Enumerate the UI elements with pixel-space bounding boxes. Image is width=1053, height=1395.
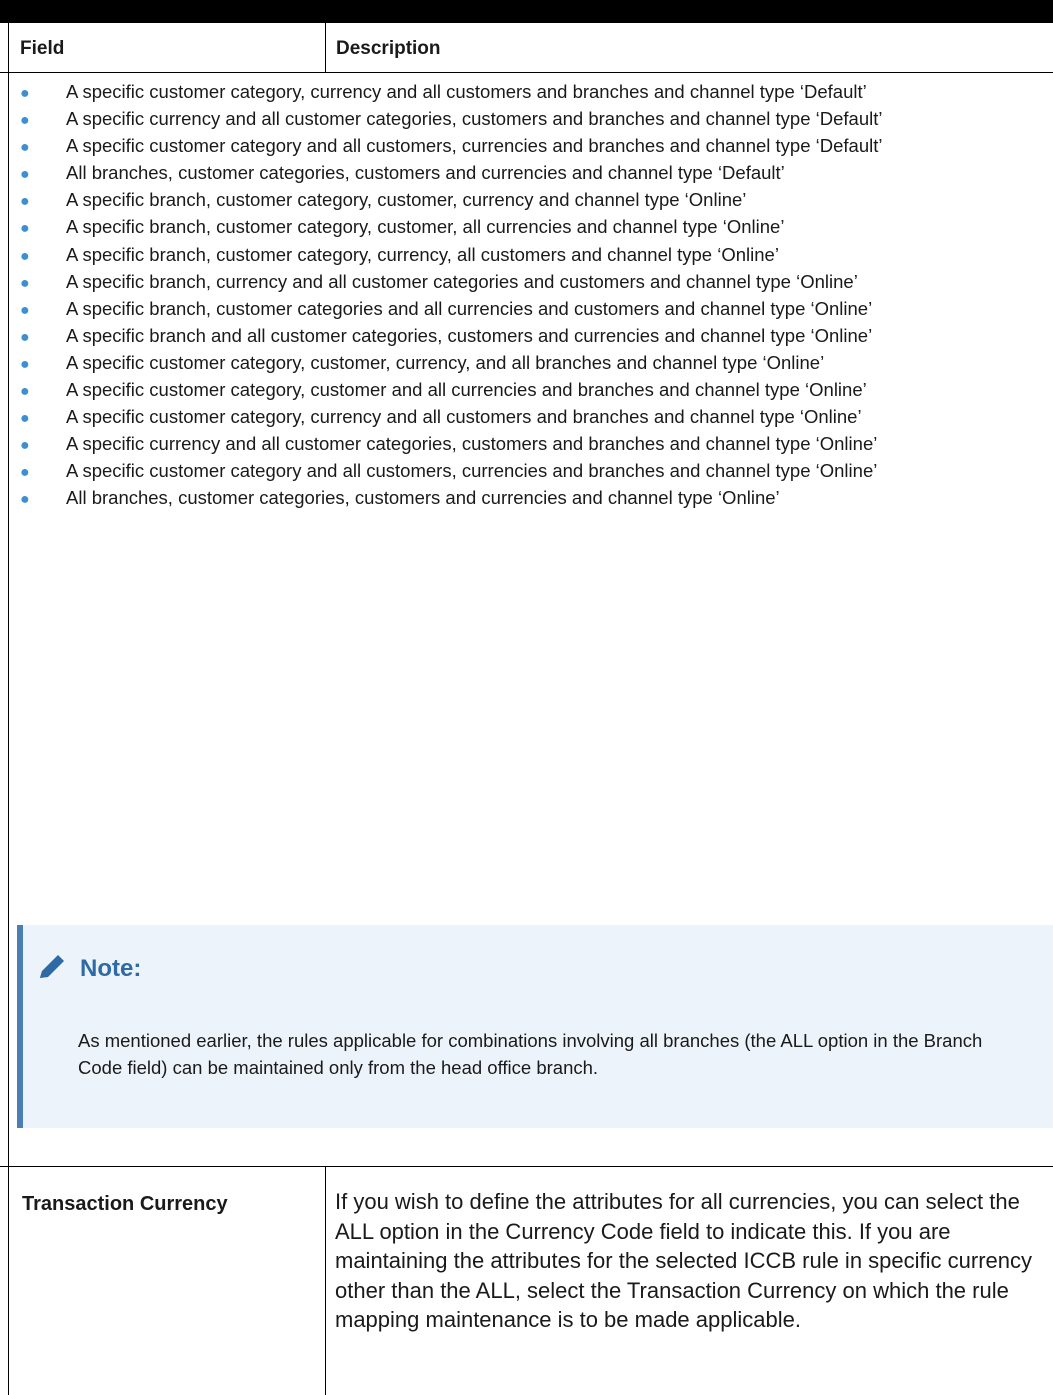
header-column-divider	[325, 22, 326, 72]
list-item: ● All branches, customer categories, cust…	[0, 487, 1053, 510]
bullet-icon: ●	[20, 355, 30, 373]
bullet-icon: ●	[20, 410, 30, 428]
bullet-icon: ●	[20, 464, 30, 482]
list-item: ● A specific branch, customer category, c…	[0, 244, 1053, 267]
list-item: ● A specific branch, customer category, c…	[0, 216, 1053, 239]
bullet-icon: ●	[20, 85, 30, 102]
combination-list: ● A specific customer category, currency …	[0, 81, 1053, 515]
list-item: ● A specific customer category and all cu…	[0, 460, 1053, 483]
note-body: As mentioned earlier, the rules applicab…	[78, 1030, 983, 1078]
list-item: ● A specific branch, customer category, c…	[0, 189, 1053, 212]
bullet-icon: ●	[20, 166, 30, 184]
bullet-icon: ●	[20, 274, 30, 292]
list-item: ● A specific customer category, currency …	[0, 406, 1053, 429]
table-border-top	[0, 22, 1053, 23]
list-item: ● All branches, customer categories, cust…	[0, 162, 1053, 185]
list-item: ● A specific currency and all customer ca…	[0, 108, 1053, 131]
bullet-icon: ●	[20, 247, 30, 265]
field-description: If you wish to define the attributes for…	[335, 1189, 1032, 1332]
bullet-icon: ●	[20, 139, 30, 157]
list-item: ● A specific customer category and all cu…	[0, 135, 1053, 158]
list-item: ● A specific branch and all customer cate…	[0, 325, 1053, 348]
bullet-icon: ●	[20, 301, 30, 319]
bullet-icon: ●	[20, 193, 30, 211]
bullet-icon: ●	[20, 383, 30, 401]
list-item: ● A specific customer category, customer,…	[0, 352, 1053, 375]
header-divider	[0, 72, 1053, 73]
pencil-icon	[40, 955, 64, 978]
bullet-icon: ●	[20, 220, 30, 238]
field-name: Transaction Currency	[22, 1193, 228, 1215]
header-description: Description	[336, 38, 441, 59]
list-item: ● A specific customer category, customer …	[0, 379, 1053, 402]
list-item: ● A specific customer category, currency …	[0, 81, 1053, 104]
note-title: Note:	[80, 955, 142, 982]
list-item: ● A specific branch, currency and all cus…	[0, 271, 1053, 294]
list-item: ● A specific branch, customer categories …	[0, 298, 1053, 321]
row-column-divider	[325, 1166, 326, 1395]
header-field: Field	[20, 38, 65, 59]
row-divider	[0, 1166, 1053, 1167]
bullet-icon: ●	[20, 328, 30, 346]
top-rule	[0, 0, 1053, 22]
list-item: ● A specific currency and all customer ca…	[0, 433, 1053, 456]
bullet-icon: ●	[20, 491, 30, 509]
bullet-icon: ●	[20, 112, 30, 130]
bullet-icon: ●	[20, 437, 30, 455]
